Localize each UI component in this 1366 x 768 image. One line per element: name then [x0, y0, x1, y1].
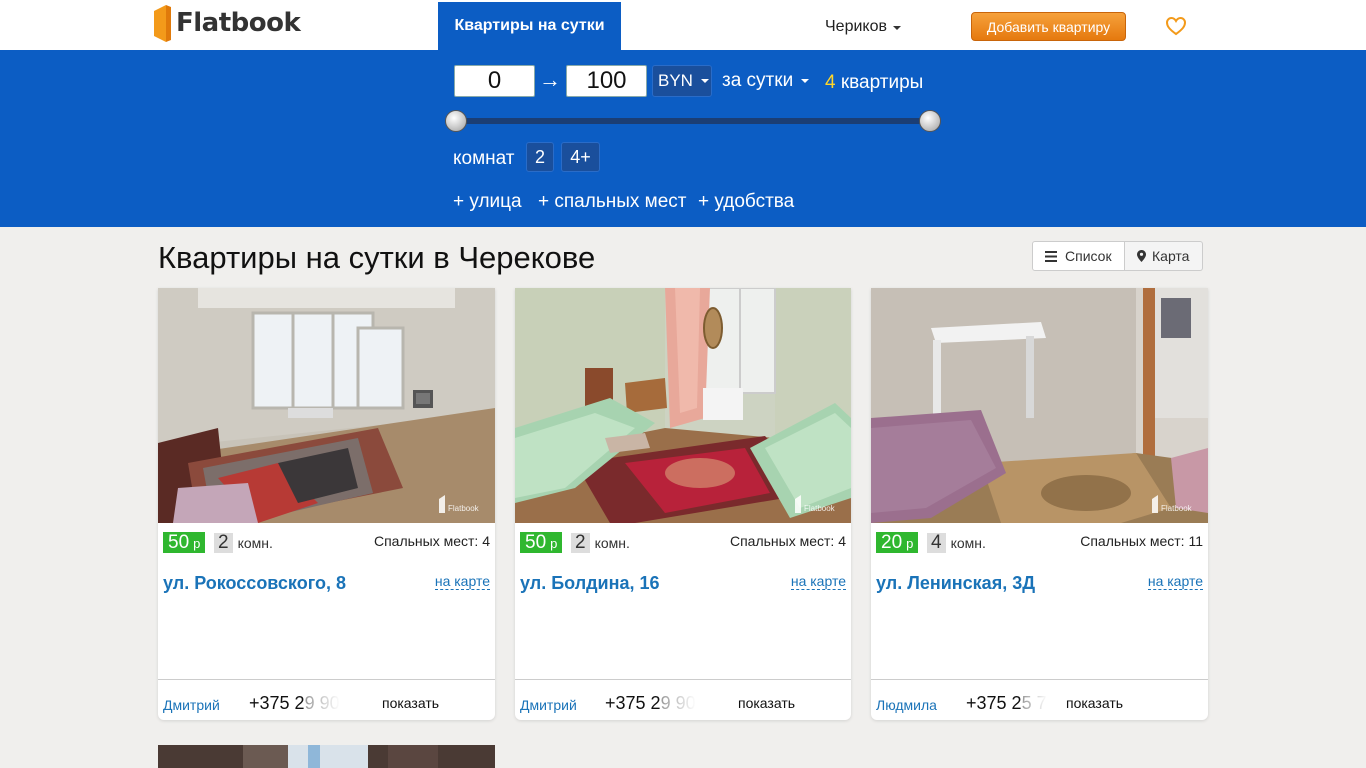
beds-count: Спальных мест: 4 [373, 533, 490, 549]
show-phone-button[interactable]: показать [382, 695, 439, 711]
rooms-unit: комн. [594, 535, 630, 551]
phone-visible: +375 2 [605, 693, 661, 713]
chevron-down-icon [892, 26, 901, 30]
currency-dropdown[interactable]: BYN [652, 65, 712, 97]
price-badge: 50 р [520, 532, 563, 553]
price-currency: р [193, 536, 201, 551]
logo[interactable]: Flatbook [154, 4, 301, 42]
currency-label: BYN [658, 71, 693, 90]
rooms-unit: комн. [237, 535, 273, 551]
owner-name[interactable]: Дмитрий [163, 697, 220, 713]
listing-photo[interactable]: Flatbook [158, 288, 495, 523]
price-badge: 20 р [876, 532, 919, 553]
map-view-button[interactable]: Карта [1125, 241, 1203, 271]
price-currency: р [906, 536, 914, 551]
apartment-photo [158, 745, 495, 768]
result-count-label: квартиры [840, 72, 924, 93]
filter-street-link[interactable]: + улица [453, 191, 522, 213]
period-dropdown[interactable]: за сутки [722, 70, 810, 92]
add-apartment-button[interactable]: Добавить квартиру [971, 12, 1126, 41]
price-value: 50 [525, 532, 547, 553]
card-footer: Дмитрий +375 29 90 показать [158, 679, 495, 720]
page-title: Квартиры на сутки в Черекове [158, 240, 596, 275]
on-map-link[interactable]: на карте [790, 573, 846, 590]
beds-count: Спальных мест: 4 [729, 533, 846, 549]
listing-card[interactable] [158, 745, 495, 768]
card-footer: Людмила +375 25 7 показать [871, 679, 1208, 720]
min-price-input[interactable]: 0 [454, 65, 535, 97]
listing-address[interactable]: ул. Ленинская, 3Д [876, 573, 1035, 594]
phone-hidden: 5 7 [1021, 693, 1046, 713]
apartment-photo: Flatbook [515, 288, 851, 523]
on-map-link[interactable]: на карте [434, 573, 490, 590]
listing-address[interactable]: ул. Рокоссовского, 8 [163, 573, 346, 594]
map-view-label: Карта [1152, 248, 1190, 264]
rooms-count: 2 [571, 533, 590, 553]
rooms-info: 2 комн. [214, 533, 273, 553]
list-view-label: Список [1065, 248, 1112, 264]
price-slider-min-handle[interactable] [445, 110, 467, 132]
price-value: 50 [168, 532, 190, 553]
list-view-button[interactable]: Список [1032, 241, 1125, 271]
city-label: Чериков [825, 18, 887, 35]
price-slider-max-handle[interactable] [919, 110, 941, 132]
phone-number: +375 29 90 [249, 693, 344, 714]
filter-beds-link[interactable]: + спальных мест [538, 191, 686, 213]
phone-visible: +375 2 [966, 693, 1022, 713]
show-phone-button[interactable]: показать [1066, 695, 1123, 711]
svg-text:Flatbook: Flatbook [448, 504, 480, 513]
price-value: 20 [881, 532, 903, 553]
top-header: Flatbook Квартиры на сутки Чериков Добав… [0, 0, 1366, 50]
room-option-2[interactable]: 2 [526, 142, 554, 172]
phone-visible: +375 2 [249, 693, 305, 713]
rooms-count: 4 [927, 533, 946, 553]
rooms-unit: комн. [950, 535, 986, 551]
room-option-4plus[interactable]: 4+ [561, 142, 600, 172]
listing-card[interactable]: Flatbook 20 р 4 комн. Спальных мест: 11 … [871, 288, 1208, 720]
heart-icon[interactable] [1165, 16, 1187, 36]
apartment-photo: Flatbook [158, 288, 495, 523]
owner-name[interactable]: Людмила [876, 697, 937, 713]
phone-hidden: 9 90 [660, 693, 696, 713]
door-logo-icon [154, 4, 171, 42]
owner-name[interactable]: Дмитрий [520, 697, 577, 713]
view-toggle: Список Карта [1032, 241, 1203, 271]
on-map-link[interactable]: на карте [1147, 573, 1203, 590]
listing-photo[interactable]: Flatbook [515, 288, 851, 523]
rooms-label: комнат [453, 148, 515, 169]
svg-text:Flatbook: Flatbook [804, 504, 836, 513]
card-footer: Дмитрий +375 29 90 показать [515, 679, 851, 720]
result-count: 4 квартиры [825, 72, 923, 94]
listing-card[interactable]: Flatbook 50 р 2 комн. Спальных мест: 4 у… [515, 288, 851, 720]
listing-address[interactable]: ул. Болдина, 16 [520, 573, 660, 594]
price-slider-track[interactable] [456, 118, 930, 124]
svg-text:Flatbook: Flatbook [1161, 504, 1193, 513]
max-price-input[interactable]: 100 [566, 65, 647, 97]
listing-photo[interactable]: Flatbook [871, 288, 1208, 523]
range-arrow: → [539, 67, 561, 92]
filter-amenities-link[interactable]: + удобства [698, 191, 794, 213]
map-pin-icon [1137, 250, 1146, 262]
chevron-down-icon [801, 79, 810, 83]
period-label: за сутки [722, 70, 794, 91]
rooms-info: 2 комн. [571, 533, 630, 553]
show-phone-button[interactable]: показать [738, 695, 795, 711]
tab-daily-apartments[interactable]: Квартиры на сутки [438, 2, 621, 50]
filter-panel: 0 → 100 BYN за сутки 4 квартиры комнат 2… [0, 50, 1366, 227]
price-currency: р [550, 536, 558, 551]
logo-text: Flatbook [176, 8, 301, 38]
phone-number: +375 25 7 [966, 693, 1046, 714]
price-badge: 50 р [163, 532, 206, 553]
phone-hidden: 9 90 [304, 693, 340, 713]
phone-number: +375 29 90 [605, 693, 700, 714]
result-count-number: 4 [825, 72, 836, 93]
apartment-photo: Flatbook [871, 288, 1208, 523]
city-dropdown[interactable]: Чериков [825, 18, 901, 36]
menu-icon [1045, 250, 1057, 262]
rooms-count: 2 [214, 533, 233, 553]
rooms-info: 4 комн. [927, 533, 986, 553]
listing-card[interactable]: Flatbook 50 р 2 комн. Спальных мест: 4 у… [158, 288, 495, 720]
chevron-down-icon [700, 79, 709, 83]
beds-count: Спальных мест: 11 [1080, 533, 1203, 549]
